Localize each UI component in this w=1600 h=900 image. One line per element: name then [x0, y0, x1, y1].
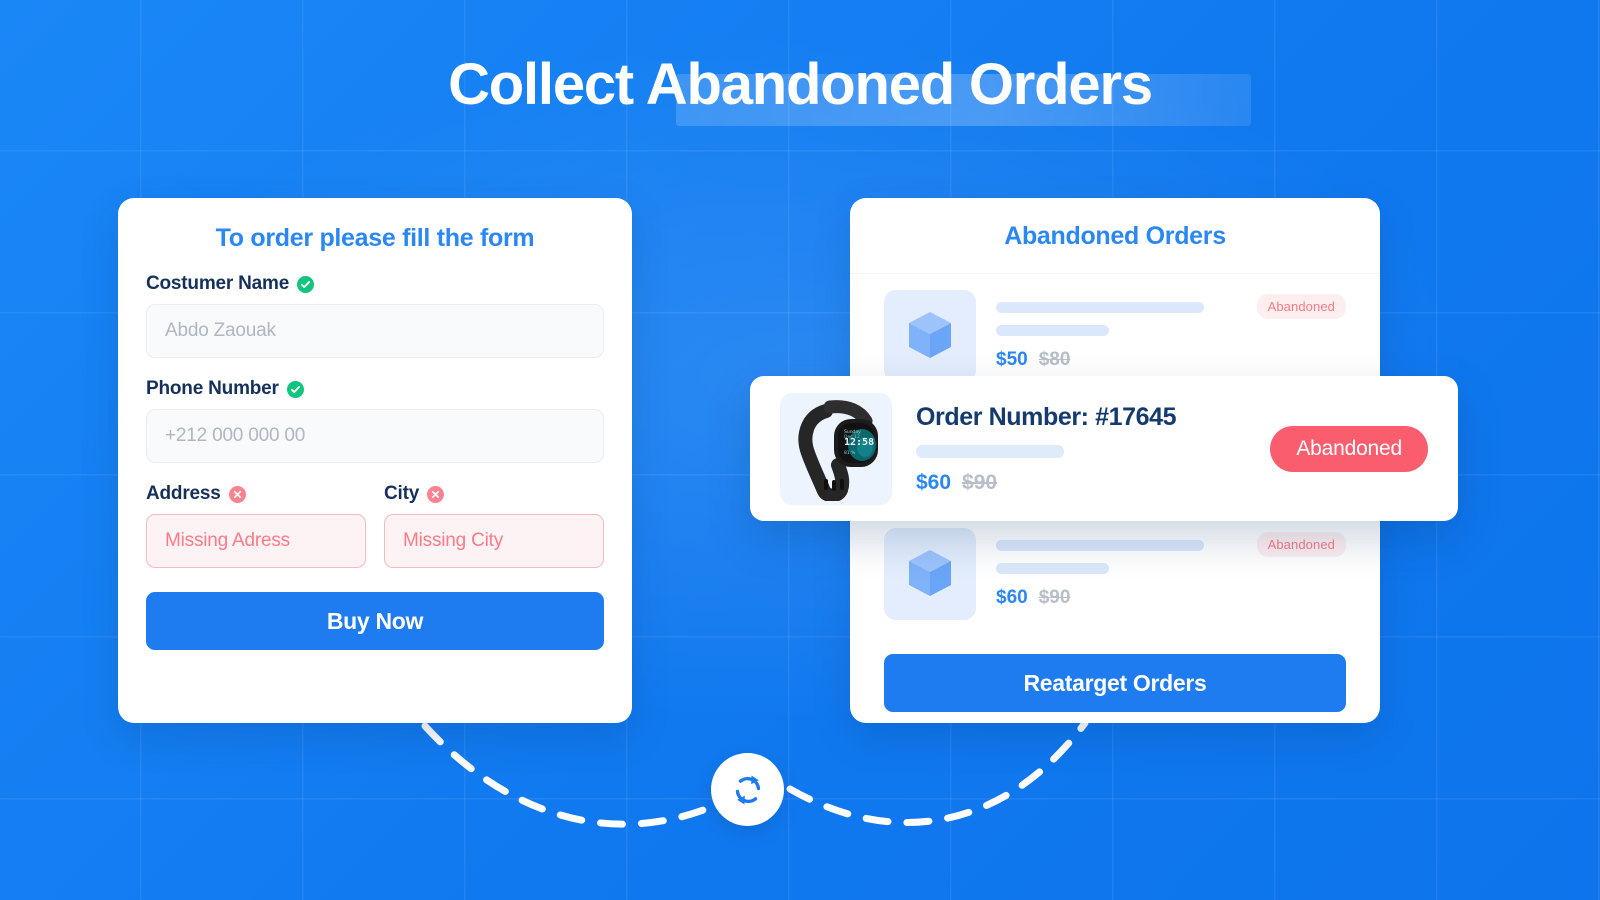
- field-label-text: City: [384, 483, 420, 504]
- order-price-current: $60: [996, 586, 1028, 608]
- x-circle-icon: [427, 485, 445, 503]
- page-title: Collect Abandoned Orders: [448, 52, 1252, 126]
- featured-price-original: $90: [962, 470, 998, 494]
- address-city-row: Address Missing Adress City Missing City: [146, 483, 604, 568]
- buy-now-button[interactable]: Buy Now: [146, 592, 604, 650]
- skeleton-bar-title: [996, 301, 1204, 313]
- featured-order-body: Order Number: #17645 $60 $90: [916, 403, 1246, 495]
- status-badge: Abandoned: [1256, 294, 1346, 319]
- field-label-address: Address: [146, 483, 366, 505]
- order-price-original: $80: [1038, 348, 1071, 370]
- skeleton-bar-subtitle: [916, 444, 1064, 458]
- form-title: To order please fill the form: [215, 224, 535, 252]
- costumer-name-input[interactable]: Abdo Zaouak: [146, 304, 604, 358]
- field-label-costumer-name: Costumer Name: [146, 273, 604, 295]
- order-row[interactable]: $50 $80 Abandoned: [850, 274, 1380, 392]
- city-input[interactable]: Missing City: [384, 514, 604, 568]
- order-price-line: $60 $90: [996, 587, 1237, 609]
- field-label-city: City: [384, 483, 604, 505]
- field-label-text: Address: [146, 483, 221, 504]
- order-row-body: $60 $90: [996, 539, 1237, 609]
- check-circle-icon: [297, 275, 315, 293]
- phone-number-input[interactable]: +212 000 000 00: [146, 409, 604, 463]
- orders-card-title: Abandoned Orders: [1004, 222, 1226, 250]
- order-price-current: $50: [996, 348, 1028, 370]
- order-price-original: $90: [1038, 586, 1071, 608]
- cube-icon: [884, 290, 976, 382]
- address-placeholder: Missing Adress: [165, 530, 290, 551]
- page-title-wrapper: Collect Abandoned Orders: [0, 52, 1600, 126]
- city-placeholder: Missing City: [403, 530, 504, 551]
- skeleton-bar-subtitle: [996, 562, 1109, 574]
- field-phone-number: Phone Number +212 000 000 00: [146, 378, 604, 463]
- reatarget-orders-button[interactable]: Reatarget Orders: [884, 654, 1346, 712]
- retarget-button-wrapper: Reatarget Orders: [850, 630, 1380, 712]
- costumer-name-placeholder: Abdo Zaouak: [165, 320, 276, 341]
- field-address: Address Missing Adress: [146, 483, 366, 568]
- sync-refresh-icon[interactable]: [711, 753, 784, 826]
- svg-text:81 %: 81 %: [844, 450, 856, 456]
- featured-order-number: Order Number: #17645: [916, 402, 1177, 431]
- featured-price-current: $60: [916, 470, 952, 494]
- field-label-text: Costumer Name: [146, 273, 290, 294]
- order-form-card: To order please fill the form Costumer N…: [118, 198, 632, 723]
- address-input[interactable]: Missing Adress: [146, 514, 366, 568]
- featured-status-badge: Abandoned: [1270, 425, 1428, 472]
- phone-number-placeholder: +212 000 000 00: [165, 425, 306, 446]
- skeleton-bar-subtitle: [996, 324, 1109, 336]
- order-row[interactable]: $60 $90 Abandoned: [850, 512, 1380, 630]
- connector-path-left: [421, 722, 752, 828]
- field-label-phone-number: Phone Number: [146, 378, 604, 400]
- field-costumer-name: Costumer Name Abdo Zaouak: [146, 273, 604, 358]
- page-title-text: Collect Abandoned Orders: [448, 52, 1153, 117]
- cube-icon: [884, 528, 976, 620]
- field-label-text: Phone Number: [146, 378, 279, 399]
- field-city: City Missing City: [384, 483, 604, 568]
- connector-path-right: [786, 719, 1089, 826]
- smartwatch-image: 12:58 Sunday Dec 12 81 %: [780, 392, 892, 505]
- featured-price-line: $60 $90: [916, 471, 1246, 495]
- order-price-line: $50 $80: [996, 349, 1237, 371]
- featured-order-card[interactable]: 12:58 Sunday Dec 12 81 % Order Number: #…: [750, 376, 1458, 521]
- order-row-body: $50 $80: [996, 301, 1237, 371]
- skeleton-bar-title: [996, 539, 1204, 551]
- check-circle-icon: [286, 380, 304, 398]
- svg-text:Dec 12: Dec 12: [844, 434, 860, 440]
- x-circle-icon: [228, 485, 246, 503]
- status-badge: Abandoned: [1256, 532, 1346, 557]
